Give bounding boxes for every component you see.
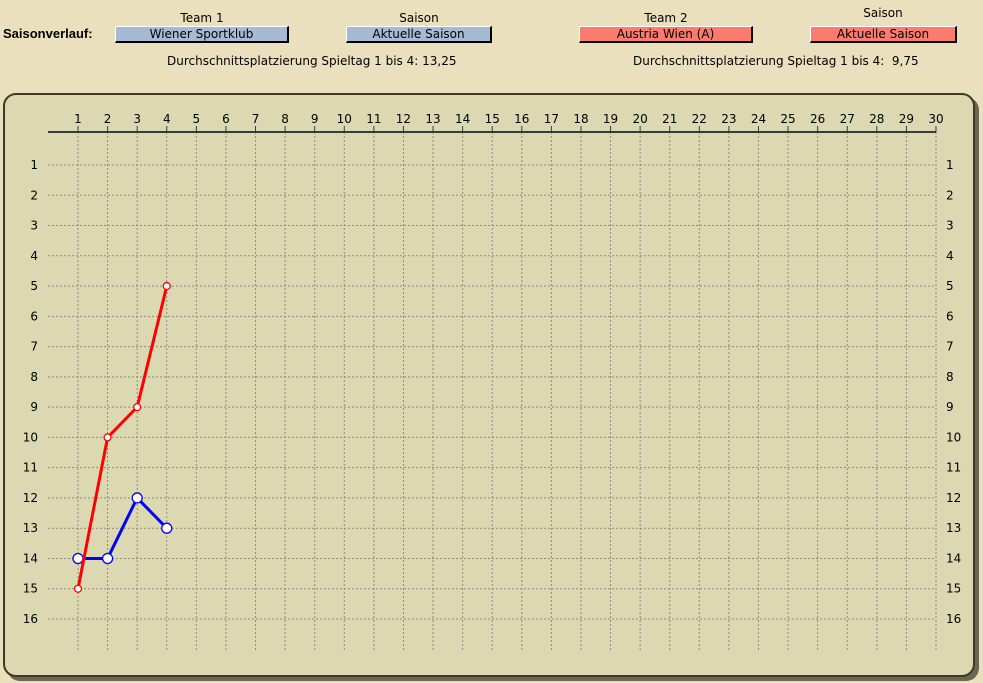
y-tick-label-left: 9 <box>30 400 38 414</box>
y-tick-label-left: 15 <box>23 582 38 596</box>
y-tick-label-right: 9 <box>946 400 954 414</box>
y-tick-label-right: 11 <box>946 461 961 475</box>
y-tick-label-right: 1 <box>946 158 954 172</box>
x-tick-label: 9 <box>311 112 319 126</box>
x-tick-label: 4 <box>163 112 171 126</box>
series-point-2 <box>103 433 112 442</box>
y-tick-label-right: 13 <box>946 521 961 535</box>
series-point-2 <box>133 402 142 412</box>
x-tick-label: 29 <box>899 112 914 126</box>
x-tick-label: 27 <box>840 112 855 126</box>
y-tick-label-left: 14 <box>23 551 38 565</box>
x-tick-label: 3 <box>133 112 141 126</box>
x-tick-label: 24 <box>751 112 766 126</box>
series-point-2 <box>162 281 171 291</box>
x-tick-label: 11 <box>366 112 381 126</box>
y-tick-label-right: 4 <box>946 249 954 263</box>
x-tick-label: 13 <box>425 112 440 126</box>
x-tick-label: 8 <box>281 112 289 126</box>
y-tick-label-right: 14 <box>946 551 961 565</box>
x-tick-label: 2 <box>104 112 112 126</box>
y-tick-label-left: 4 <box>30 249 38 263</box>
x-tick-label: 6 <box>222 112 230 126</box>
x-tick-label: 12 <box>396 112 411 126</box>
x-tick-label: 14 <box>455 112 470 126</box>
y-tick-label-right: 6 <box>946 309 954 323</box>
y-tick-label-left: 7 <box>30 340 38 354</box>
x-tick-label: 10 <box>337 112 352 126</box>
y-tick-label-left: 12 <box>23 491 38 505</box>
series-point-1 <box>101 552 114 565</box>
y-tick-label-left: 1 <box>30 158 38 172</box>
y-tick-label-right: 12 <box>946 491 961 505</box>
y-tick-label-right: 15 <box>946 582 961 596</box>
x-tick-label: 26 <box>810 112 825 126</box>
y-tick-label-left: 3 <box>30 219 38 233</box>
x-tick-label: 15 <box>485 112 500 126</box>
series-point-1 <box>131 492 143 504</box>
y-tick-label-right: 5 <box>946 279 954 293</box>
y-tick-label-right: 2 <box>946 188 954 202</box>
series-point-2 <box>73 584 83 593</box>
x-tick-label: 30 <box>928 112 943 126</box>
y-tick-label-left: 11 <box>23 461 38 475</box>
x-tick-label: 22 <box>692 112 707 126</box>
y-tick-label-right: 16 <box>946 612 961 626</box>
x-tick-label: 20 <box>632 112 647 126</box>
x-tick-label: 19 <box>603 112 618 126</box>
x-tick-label: 7 <box>252 112 260 126</box>
series-point-1 <box>72 552 84 565</box>
y-tick-label-left: 2 <box>30 188 38 202</box>
x-tick-label: 5 <box>193 112 201 126</box>
y-tick-label-left: 16 <box>23 612 38 626</box>
y-tick-label-left: 10 <box>23 430 38 444</box>
x-tick-label: 17 <box>544 112 559 126</box>
x-tick-label: 1 <box>74 112 82 126</box>
y-tick-label-left: 13 <box>23 521 38 535</box>
y-tick-label-right: 3 <box>946 219 954 233</box>
x-tick-label: 18 <box>573 112 588 126</box>
x-tick-label: 21 <box>662 112 677 126</box>
x-tick-label: 16 <box>514 112 529 126</box>
y-tick-label-right: 10 <box>946 430 961 444</box>
series-point-1 <box>161 522 173 534</box>
y-tick-label-right: 7 <box>946 340 954 354</box>
y-tick-label-left: 8 <box>30 370 38 384</box>
season-chart: 1 2 3 4 5 6 7 8 9 10 11 12 13 14 15 16 17 18 19 20 21 22 23 24 2… <box>23 112 961 650</box>
y-tick-label-left: 6 <box>30 309 38 323</box>
x-tick-label: 23 <box>721 112 736 126</box>
x-tick-label: 28 <box>869 112 884 126</box>
y-tick-label-left: 5 <box>30 279 38 293</box>
x-tick-label: 25 <box>780 112 795 126</box>
y-tick-label-right: 8 <box>946 370 954 384</box>
